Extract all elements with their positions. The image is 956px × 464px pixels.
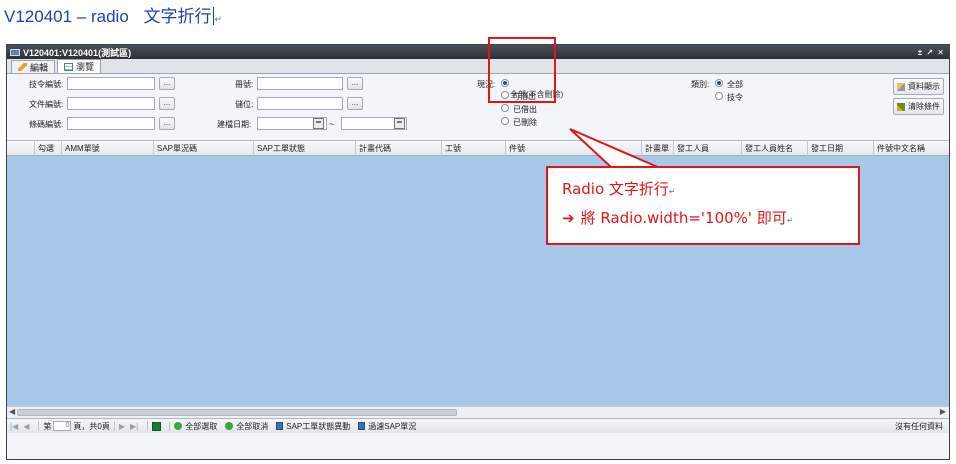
callout-title-text: Radio 文字折行: [562, 180, 669, 198]
paragraph-mark: ↵: [786, 216, 794, 225]
paragraph-mark: ↵: [668, 187, 676, 196]
callout-instruction: ➔ 將 Radio.width='100%' 即可↵: [562, 207, 844, 228]
callout-title: Radio 文字折行↵: [562, 178, 844, 199]
callout-instruction-text: 將 Radio.width='100%' 即可: [580, 209, 787, 227]
annotation-callout: Radio 文字折行↵ ➔ 將 Radio.width='100%' 即可↵: [546, 166, 860, 245]
arrow-icon: ➔: [562, 209, 575, 227]
